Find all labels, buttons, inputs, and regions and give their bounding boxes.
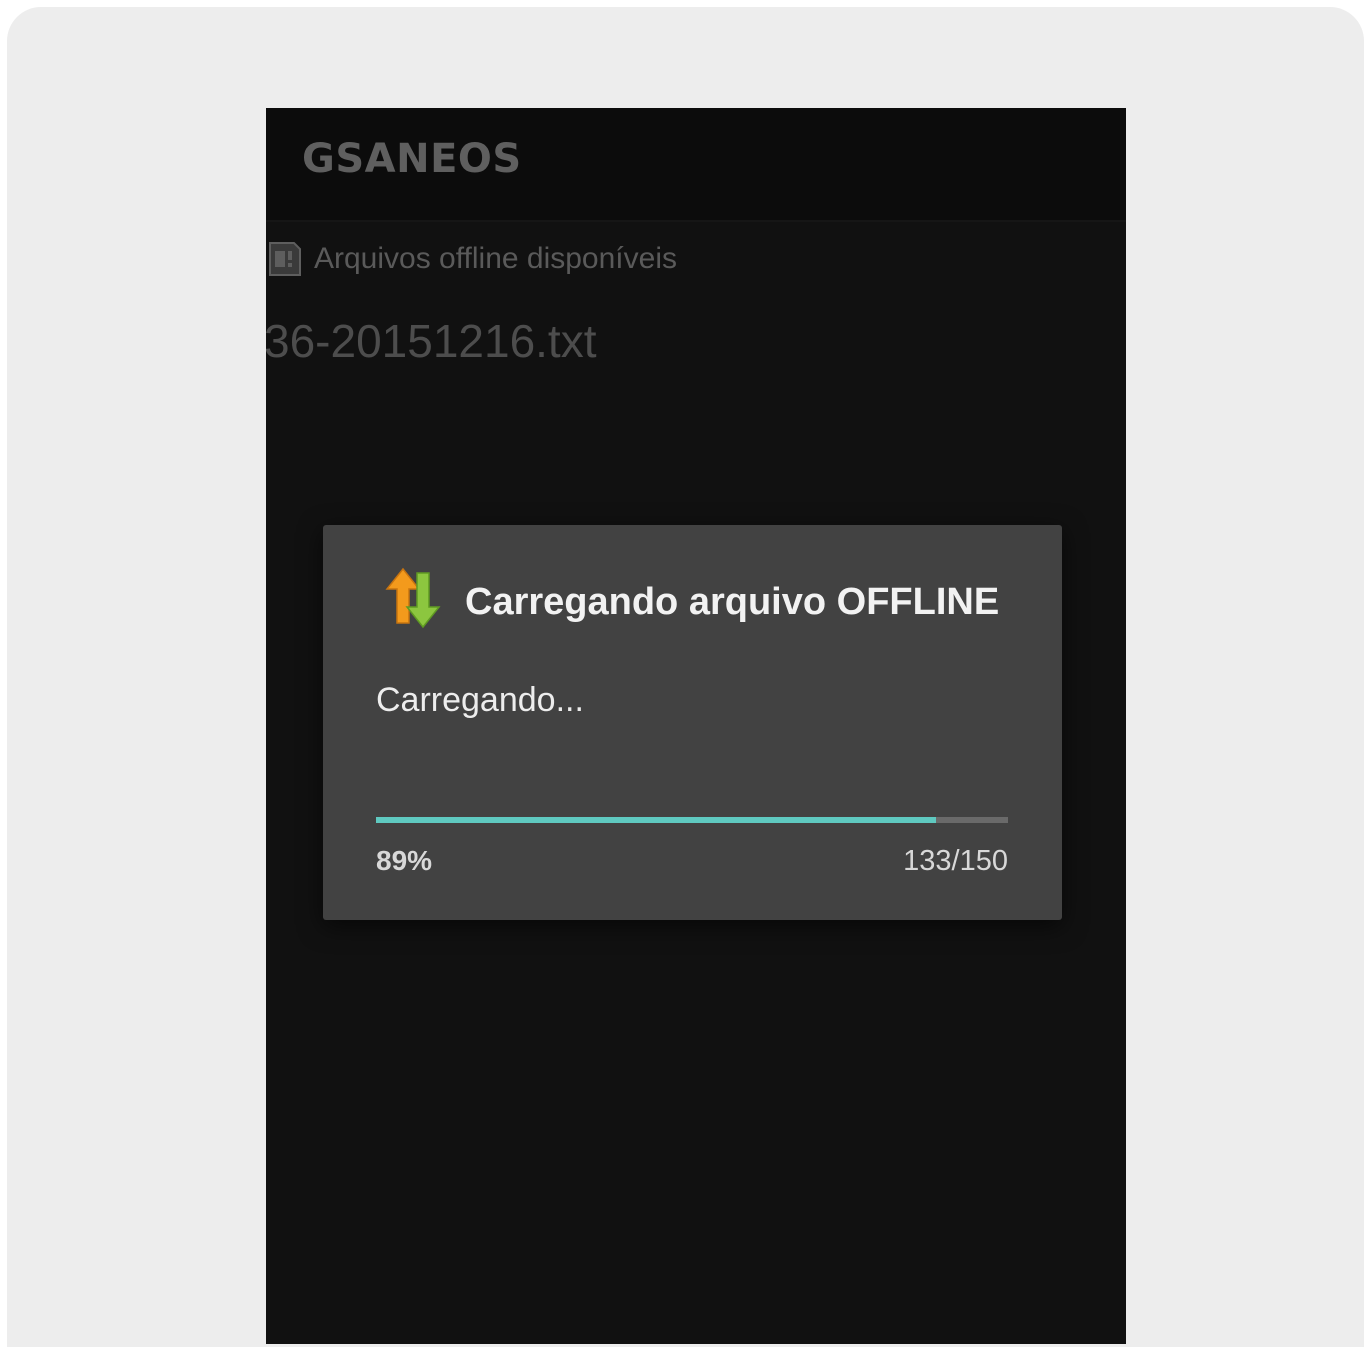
sd-card-icon — [269, 242, 301, 276]
dialog-title: Carregando arquivo OFFLINE — [465, 581, 1000, 623]
file-list-item[interactable]: 36-20151216.txt — [266, 314, 597, 368]
action-bar: GSANEOS — [266, 108, 1126, 222]
device-frame: GSANEOS Arquivos offline disponíveis 36-… — [7, 7, 1364, 1347]
dialog-message: Carregando... — [376, 681, 584, 719]
loading-dialog: Carregando arquivo OFFLINE Carregando...… — [323, 525, 1062, 920]
progress-bar — [376, 817, 1008, 823]
progress-percent: 89% — [376, 845, 433, 876]
transfer-arrows-icon — [385, 567, 441, 629]
progress-count: 133/150 — [903, 845, 1008, 877]
app-title: GSANEOS — [302, 136, 522, 182]
offline-files-header: Arquivos offline disponíveis — [266, 235, 677, 283]
offline-files-label: Arquivos offline disponíveis — [314, 242, 677, 275]
app-screen: GSANEOS Arquivos offline disponíveis 36-… — [266, 108, 1126, 1344]
progress-bar-fill — [376, 817, 937, 823]
